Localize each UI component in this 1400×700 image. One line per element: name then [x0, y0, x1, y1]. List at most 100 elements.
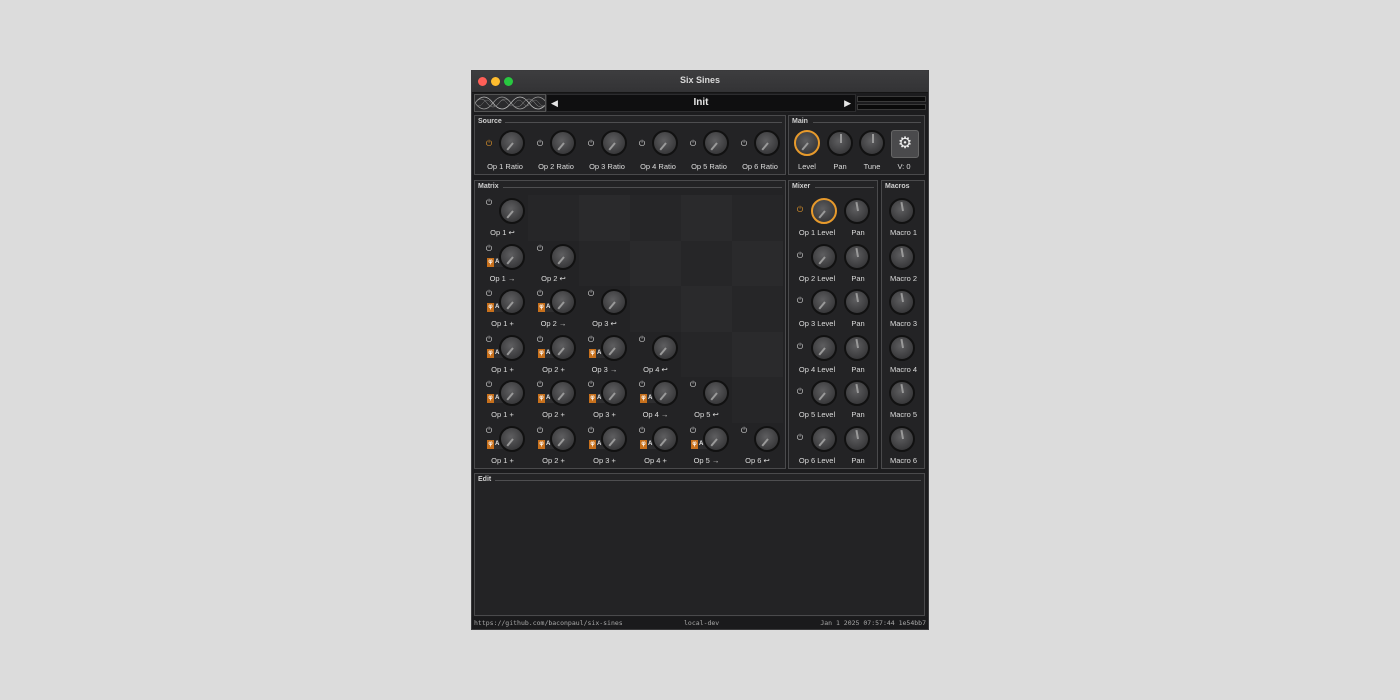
source-op-5-power-icon[interactable]: ⏻	[688, 139, 698, 149]
matrix-r3-c3-knob[interactable]	[601, 289, 627, 315]
phase-symbol: φ	[590, 440, 595, 447]
matrix-r5-c1-knob[interactable]	[499, 380, 525, 406]
phase-symbol: φ	[692, 440, 697, 447]
matrix-r5-c5-power-icon[interactable]: ⏻	[688, 380, 698, 390]
mixer-op-5-power-icon[interactable]: ⏻	[795, 387, 805, 397]
matrix-r6-c6-knob[interactable]	[754, 425, 780, 452]
matrix-r5-c2-power-icon[interactable]: ⏻	[535, 380, 545, 390]
matrix-r5-c4-label: Op 4 →	[642, 410, 669, 419]
source-op-3-ratio-knob[interactable]	[601, 130, 627, 156]
source-op-2-power-icon[interactable]: ⏻	[535, 139, 545, 149]
source-op-6-power-icon[interactable]: ⏻	[739, 139, 749, 149]
main-title-rule	[813, 122, 921, 123]
source-op-3-power-icon[interactable]: ⏻	[586, 139, 596, 149]
mixer-op-4-power-icon[interactable]: ⏻	[795, 342, 805, 352]
matrix-r5-c4-knob[interactable]	[652, 380, 678, 406]
matrix-r3-c1-knob[interactable]	[499, 289, 525, 315]
mixer-op-1-pan-knob[interactable]	[844, 198, 870, 224]
mixer-op-6-pan-knob[interactable]	[844, 425, 870, 452]
next-preset-button[interactable]: ▶	[844, 98, 851, 109]
matrix-r6-c6-power-icon[interactable]: ⏻	[739, 426, 749, 436]
macro-5-knob[interactable]	[889, 380, 915, 406]
mixer-op-4-level-knob[interactable]	[811, 334, 837, 361]
phase-symbol: φ	[539, 395, 544, 401]
matrix-empty-cell	[528, 195, 579, 241]
matrix-r6-c1-knob[interactable]	[499, 425, 525, 452]
mixer-op-5-pan-knob[interactable]	[844, 380, 870, 406]
matrix-r6-c1-power-icon[interactable]: ⏻	[484, 426, 494, 436]
status-bar: https://github.com/baconpaul/six-sines l…	[472, 617, 928, 629]
matrix-r5-c1-power-icon[interactable]: ⏻	[484, 380, 494, 390]
main-pan-knob[interactable]	[827, 130, 853, 156]
main-level-knob[interactable]	[794, 130, 820, 156]
matrix-r6-c4-power-icon[interactable]: ⏻	[637, 426, 647, 436]
matrix-r4-c4-knob[interactable]	[652, 334, 678, 361]
matrix-r3-c3-label: Op 3 ↩	[592, 319, 617, 328]
mixer-op-1-power-icon[interactable]: ⏻	[795, 205, 805, 215]
macro-3-knob[interactable]	[889, 289, 915, 315]
matrix-r2-c1-knob[interactable]	[499, 243, 525, 270]
matrix-r3-c3-power-icon[interactable]: ⏻	[586, 289, 596, 299]
matrix-r5-c3-power-icon[interactable]: ⏻	[586, 380, 596, 390]
source-op-6-ratio-knob[interactable]	[754, 130, 780, 156]
matrix-r6-c2-power-icon[interactable]: ⏻	[535, 426, 545, 436]
matrix-r3-c2-power-icon[interactable]: ⏻	[535, 289, 545, 299]
matrix-r5-c2-knob[interactable]	[550, 380, 576, 406]
matrix-r6-c5-power-icon[interactable]: ⏻	[688, 426, 698, 436]
matrix-r4-c3-power-icon[interactable]: ⏻	[586, 335, 596, 345]
project-url-link[interactable]: https://github.com/baconpaul/six-sines	[474, 619, 623, 627]
mixer-op-6-power-icon[interactable]: ⏻	[795, 433, 805, 443]
source-op-2-ratio-knob[interactable]	[550, 130, 576, 156]
macro-3-label: Macro 3	[889, 319, 918, 328]
mixer-op-6-level-knob[interactable]	[811, 425, 837, 452]
macro-1-knob[interactable]	[889, 198, 915, 224]
mixer-op-2-pan-knob[interactable]	[844, 243, 870, 270]
settings-gear-icon[interactable]: ⚙	[891, 130, 919, 158]
matrix-r4-c2-power-icon[interactable]: ⏻	[535, 335, 545, 345]
matrix-r4-c3-knob[interactable]	[601, 334, 627, 361]
matrix-r6-c5-knob[interactable]	[703, 425, 729, 452]
main-tune-knob[interactable]	[859, 130, 885, 156]
matrix-r5-c4-power-icon[interactable]: ⏻	[637, 380, 647, 390]
matrix-r4-c4-power-icon[interactable]: ⏻	[637, 335, 647, 345]
matrix-r5-c3-knob[interactable]	[601, 380, 627, 406]
macro-4-knob[interactable]	[889, 334, 915, 361]
matrix-r5-c5-knob[interactable]	[703, 380, 729, 406]
preset-selector[interactable]: ◀ Init ▶	[546, 94, 856, 112]
matrix-r3-c2-knob[interactable]	[550, 289, 576, 315]
matrix-r2-c2-knob[interactable]	[550, 243, 576, 270]
mixer-op-2-power-icon[interactable]: ⏻	[795, 251, 805, 261]
mixer-op-1-level-knob[interactable]	[811, 198, 837, 224]
source-op-4-power-icon[interactable]: ⏻	[637, 139, 647, 149]
mixer-op-2-level-knob[interactable]	[811, 243, 837, 270]
matrix-r3-c1-power-icon[interactable]: ⏻	[484, 289, 494, 299]
mixer-op-3-pan-knob[interactable]	[844, 289, 870, 315]
matrix-r4-c4-label: Op 4 ↩	[643, 364, 668, 374]
matrix-r4-c1-power-icon[interactable]: ⏻	[484, 335, 494, 345]
matrix-r6-c3-knob[interactable]	[601, 425, 627, 452]
macro-1-label: Macro 1	[889, 228, 918, 237]
mixer-op-3-level-knob[interactable]	[811, 289, 837, 315]
mixer-op-4-pan-knob[interactable]	[844, 334, 870, 361]
source-op-5-ratio-knob[interactable]	[703, 130, 729, 156]
matrix-r2-c1-power-icon[interactable]: ⏻	[484, 244, 494, 254]
matrix-r1-c1-power-icon[interactable]: ⏻	[484, 198, 494, 208]
matrix-r6-c2-knob[interactable]	[550, 425, 576, 452]
matrix-r1-c1-knob[interactable]	[499, 198, 525, 224]
edit-title: Edit	[478, 476, 492, 483]
matrix-r4-c1-knob[interactable]	[499, 334, 525, 361]
matrix-r4-c3-label: Op 3 →	[591, 364, 618, 374]
source-op-1-ratio-knob[interactable]	[499, 130, 525, 156]
macro-6-knob[interactable]	[889, 425, 915, 452]
source-op-4-ratio-knob[interactable]	[652, 130, 678, 156]
matrix-r4-c2-knob[interactable]	[550, 334, 576, 361]
macro-2-knob[interactable]	[889, 243, 915, 270]
matrix-r6-c4-knob[interactable]	[652, 425, 678, 452]
matrix-r2-c2-power-icon[interactable]: ⏻	[535, 244, 545, 254]
source-op-1-power-icon[interactable]: ⏻	[484, 139, 494, 149]
phase-symbol: φ	[488, 304, 493, 310]
mixer-op-5-level-knob[interactable]	[811, 380, 837, 406]
matrix-r6-c3-power-icon[interactable]: ⏻	[586, 426, 596, 436]
mixer-op-3-power-icon[interactable]: ⏻	[795, 296, 805, 306]
preset-name[interactable]: Init	[547, 97, 855, 108]
